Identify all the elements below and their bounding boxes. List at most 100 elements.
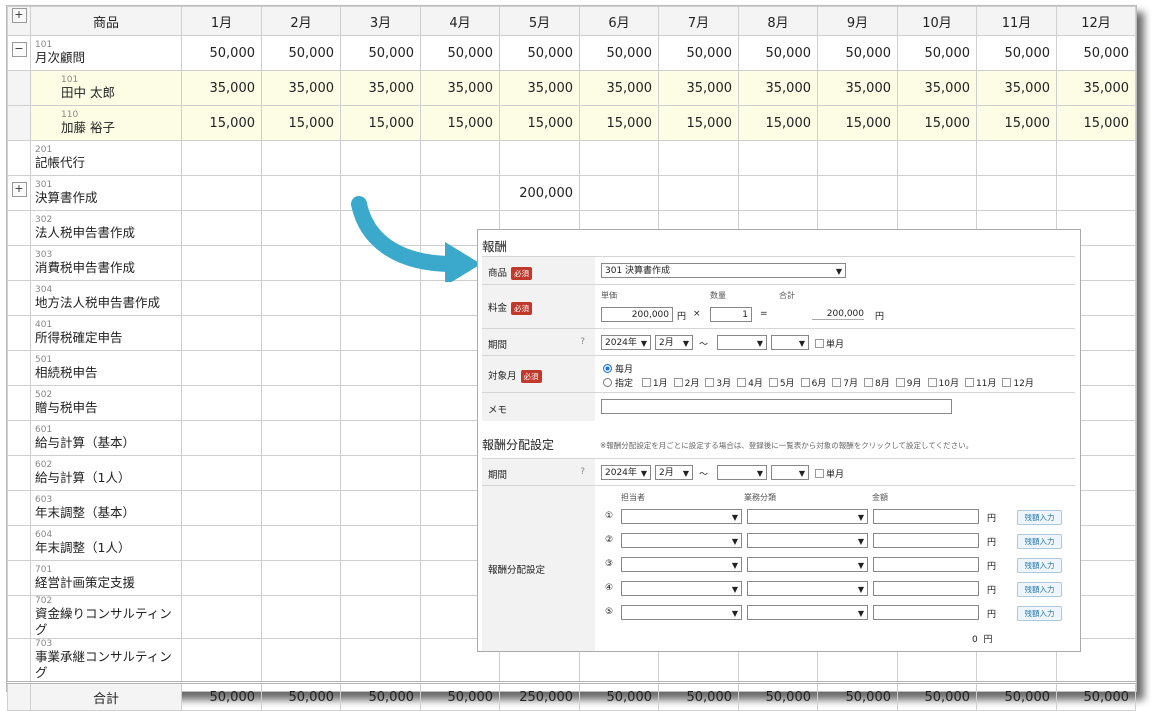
month-amount-cell[interactable]	[261, 140, 341, 176]
month-amount-cell[interactable]	[181, 315, 262, 351]
month-amount-cell[interactable]	[181, 525, 262, 561]
month-amount-cell[interactable]	[420, 140, 500, 176]
month-amount-cell[interactable]: 35,000	[420, 70, 500, 106]
month-amount-cell[interactable]: 15,000	[1056, 105, 1136, 141]
plus-icon[interactable]: +	[11, 182, 27, 197]
month-amount-cell[interactable]: 15,000	[181, 105, 262, 141]
remaining-amount-button[interactable]: 残額入力	[1017, 510, 1062, 525]
month-amount-cell[interactable]	[261, 490, 341, 526]
month-amount-cell[interactable]	[738, 140, 818, 176]
month-amount-cell[interactable]: 35,000	[499, 70, 580, 106]
month-amount-cell[interactable]	[817, 175, 898, 211]
month-amount-cell[interactable]: 35,000	[261, 70, 341, 106]
month-amount-cell[interactable]	[181, 638, 262, 683]
month-amount-cell[interactable]: 50,000	[1056, 35, 1136, 71]
month-amount-cell[interactable]	[261, 280, 341, 316]
month-amount-cell[interactable]	[261, 385, 341, 421]
month-amount-cell[interactable]	[261, 638, 341, 683]
product-row[interactable]: +301 決算書作成 200,000	[7, 175, 1136, 211]
month-amount-cell[interactable]	[340, 525, 421, 561]
dist-end-year-select[interactable]: ▼	[717, 465, 767, 480]
month-amount-cell[interactable]	[261, 210, 341, 246]
minus-icon[interactable]: −	[11, 42, 27, 57]
month-amount-cell[interactable]	[658, 175, 739, 211]
month-amount-cell[interactable]	[181, 280, 262, 316]
category-select[interactable]: ▼	[747, 557, 868, 572]
dist-start-year-select[interactable]: 2024年 ▼	[601, 465, 651, 480]
month-amount-cell[interactable]	[897, 140, 977, 176]
month-amount-cell[interactable]	[976, 175, 1057, 211]
distribution-amount-input[interactable]	[873, 533, 979, 548]
month-amount-cell[interactable]: 15,000	[499, 105, 580, 141]
month-amount-cell[interactable]	[261, 420, 341, 456]
dist-start-month-select[interactable]: 2月 ▼	[655, 465, 693, 480]
single-month-checkbox[interactable]: 単月	[815, 337, 844, 350]
month-amount-cell[interactable]: 35,000	[340, 70, 421, 106]
month-amount-cell[interactable]: 50,000	[261, 35, 341, 71]
staff-sub-row[interactable]: 101 田中 太郎 35,000 35,000 35,000 35,000 35,000 35…	[7, 70, 1136, 106]
month-amount-cell[interactable]	[340, 280, 421, 316]
month-amount-cell[interactable]: 50,000	[181, 35, 262, 71]
end-year-select[interactable]: ▼	[717, 335, 767, 350]
remaining-amount-button[interactable]: 残額入力	[1017, 534, 1062, 549]
month-amount-cell[interactable]	[499, 140, 580, 176]
specify-radio[interactable]: 指定	[603, 378, 633, 389]
month-amount-cell[interactable]	[261, 595, 341, 639]
month-amount-cell[interactable]: 35,000	[817, 70, 898, 106]
month-checkbox[interactable]: 1月	[641, 378, 668, 389]
month-amount-cell[interactable]	[340, 140, 421, 176]
month-amount-cell[interactable]: 50,000	[897, 35, 977, 71]
month-amount-cell[interactable]	[340, 420, 421, 456]
month-amount-cell[interactable]	[976, 140, 1057, 176]
month-amount-cell[interactable]	[738, 175, 818, 211]
month-amount-cell[interactable]: 35,000	[1056, 70, 1136, 106]
month-checkbox[interactable]: 3月	[705, 378, 731, 389]
assignee-select[interactable]: ▼	[621, 557, 742, 572]
month-amount-cell[interactable]: 50,000	[420, 35, 500, 71]
month-amount-cell[interactable]: 15,000	[420, 105, 500, 141]
month-checkbox[interactable]: 12月	[1002, 378, 1034, 389]
quantity-input[interactable]: 1	[710, 307, 752, 322]
month-checkbox[interactable]: 2月	[673, 378, 699, 389]
month-amount-cell[interactable]	[181, 350, 262, 386]
month-amount-cell[interactable]	[181, 420, 262, 456]
month-checkbox[interactable]: 8月	[864, 378, 890, 389]
month-amount-cell[interactable]: 15,000	[261, 105, 341, 141]
month-amount-cell[interactable]: 15,000	[658, 105, 739, 141]
month-amount-cell[interactable]	[579, 140, 659, 176]
month-amount-cell[interactable]: 50,000	[499, 35, 580, 71]
start-month-select[interactable]: 2月 ▼	[655, 335, 693, 350]
month-checkbox[interactable]: 10月	[927, 378, 959, 389]
month-checkbox[interactable]: 11月	[964, 378, 996, 389]
month-amount-cell[interactable]	[181, 595, 262, 639]
assignee-select[interactable]: ▼	[621, 605, 742, 620]
month-amount-cell[interactable]	[340, 385, 421, 421]
start-year-select[interactable]: 2024年 ▼	[601, 335, 651, 350]
month-amount-cell[interactable]: 50,000	[658, 35, 739, 71]
month-amount-cell[interactable]: 35,000	[897, 70, 977, 106]
product-select[interactable]: 301 決算書作成 ▼	[601, 263, 846, 278]
staff-sub-row[interactable]: 110 加藤 裕子 15,000 15,000 15,000 15,000 15,000 15…	[7, 105, 1136, 141]
month-amount-cell[interactable]	[261, 525, 341, 561]
dist-single-month-checkbox[interactable]: 単月	[815, 467, 844, 480]
month-amount-cell[interactable]	[261, 560, 341, 596]
month-amount-cell[interactable]: 50,000	[817, 35, 898, 71]
month-amount-cell[interactable]	[261, 175, 341, 211]
month-amount-cell[interactable]: 35,000	[738, 70, 818, 106]
month-amount-cell[interactable]: 15,000	[738, 105, 818, 141]
month-amount-cell[interactable]: 15,000	[579, 105, 659, 141]
month-amount-cell[interactable]	[658, 140, 739, 176]
dist-end-month-select[interactable]: ▼	[771, 465, 809, 480]
month-amount-cell[interactable]	[340, 490, 421, 526]
month-checkbox[interactable]: 6月	[800, 378, 826, 389]
month-amount-cell[interactable]	[181, 490, 262, 526]
month-amount-cell[interactable]: 15,000	[340, 105, 421, 141]
month-amount-cell[interactable]: 50,000	[340, 35, 421, 71]
remaining-amount-button[interactable]: 残額入力	[1017, 558, 1062, 573]
month-amount-cell[interactable]	[181, 455, 262, 491]
month-amount-cell[interactable]	[261, 245, 341, 281]
plus-icon[interactable]: +	[11, 8, 27, 23]
month-amount-cell[interactable]: 35,000	[658, 70, 739, 106]
month-amount-cell[interactable]	[340, 350, 421, 386]
product-row[interactable]: 201 記帳代行	[7, 140, 1136, 176]
